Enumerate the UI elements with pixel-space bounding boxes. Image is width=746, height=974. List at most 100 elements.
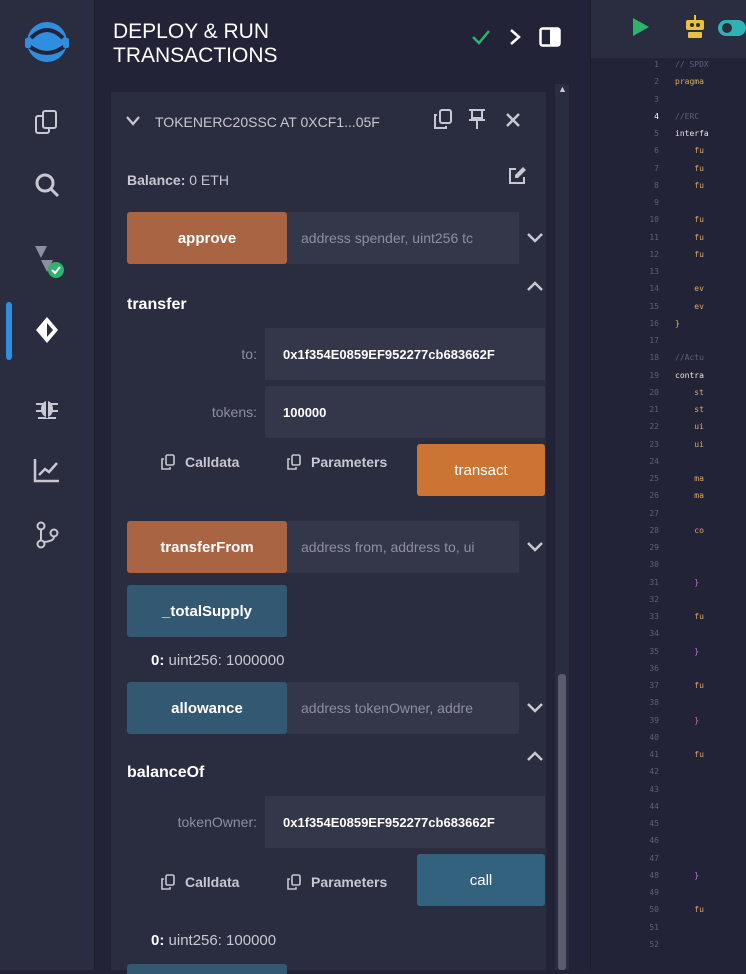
code-line: //ERC — [675, 111, 700, 121]
calldata-label: Calldata — [185, 454, 240, 470]
line-number: 6 — [654, 146, 659, 156]
contract-name: TOKENERC20SSC AT 0XCF1...05F — [155, 114, 380, 130]
line-number: 1 — [654, 60, 659, 69]
scroll-up-icon[interactable]: ▲ — [558, 84, 567, 94]
transferfrom-button[interactable]: transferFrom — [127, 521, 287, 573]
balance-label: Balance: — [127, 172, 186, 188]
code-line: } — [675, 870, 700, 880]
code-line: fu — [675, 612, 704, 621]
code-line: } — [675, 318, 680, 328]
line-number: 21 — [649, 405, 659, 414]
scroll-thumb[interactable] — [558, 674, 566, 970]
chevron-up-icon[interactable] — [521, 742, 549, 770]
robot-icon[interactable] — [683, 14, 707, 45]
line-number: 24 — [649, 456, 659, 466]
chevron-down-icon[interactable] — [521, 694, 549, 722]
parameters-button[interactable]: Parameters — [287, 874, 387, 890]
tokenowner-input[interactable]: 0x1f354E0859EF952277cb683662F — [265, 796, 545, 848]
code-line: } — [675, 577, 700, 587]
code-line: fu — [675, 163, 704, 173]
calldata-button[interactable]: Calldata — [161, 874, 239, 890]
run-icon[interactable] — [631, 16, 651, 43]
line-number: 12 — [649, 249, 659, 259]
code-line: interfa — [675, 129, 709, 138]
line-number: 4 — [654, 111, 659, 121]
allowance-button[interactable]: allowance — [127, 682, 287, 734]
line-number: 34 — [649, 629, 659, 639]
code-line: st — [675, 405, 704, 414]
toggle-icon[interactable] — [717, 18, 746, 43]
result-value: uint256: 100000 — [168, 932, 277, 949]
line-number: 38 — [649, 698, 659, 708]
tokenowner-label: tokenOwner: — [177, 814, 257, 830]
code-line: } — [675, 646, 700, 656]
chevron-right-icon[interactable] — [509, 28, 521, 51]
approve-input[interactable]: address spender, uint256 tc — [287, 212, 519, 264]
tokens-input[interactable]: 100000 — [265, 386, 545, 438]
transferfrom-input[interactable]: address from, address to, ui — [287, 521, 519, 573]
chevron-down-icon[interactable] — [521, 224, 549, 252]
line-number: 49 — [649, 888, 659, 897]
line-number: 8 — [654, 180, 659, 190]
line-number: 36 — [649, 663, 659, 673]
line-number: 35 — [649, 646, 659, 656]
code-line: co — [675, 525, 704, 535]
line-number: 51 — [649, 922, 659, 932]
git-icon[interactable] — [0, 505, 94, 565]
call-button[interactable]: call — [417, 854, 545, 906]
line-number: 13 — [649, 267, 659, 276]
next-function-button[interactable] — [127, 964, 287, 974]
line-number: 29 — [649, 543, 659, 552]
close-icon[interactable] — [505, 112, 521, 133]
analytics-icon[interactable] — [0, 440, 94, 500]
line-number: 50 — [649, 905, 659, 915]
line-number: 31 — [649, 577, 659, 587]
line-number: 7 — [654, 163, 659, 173]
code-line: // SPDX — [675, 60, 709, 69]
line-number: 11 — [649, 232, 659, 242]
line-number: 45 — [649, 819, 659, 828]
search-icon[interactable] — [0, 155, 94, 215]
parameters-label: Parameters — [311, 874, 388, 890]
code-line: ui — [675, 422, 704, 432]
line-number: 10 — [649, 215, 659, 225]
approve-button[interactable]: approve — [127, 212, 287, 264]
file-explorer-icon[interactable] — [0, 92, 94, 152]
line-number: 27 — [649, 508, 659, 518]
code-line: fu — [675, 215, 704, 225]
to-input[interactable]: 0x1f354E0859EF952277cb683662F — [265, 328, 545, 380]
pin-icon[interactable] — [467, 108, 487, 135]
edit-icon[interactable] — [507, 166, 527, 191]
chevron-up-icon[interactable] — [521, 272, 549, 300]
totalsupply-button[interactable]: _totalSupply — [127, 585, 287, 637]
balanceof-title: balanceOf — [127, 764, 205, 781]
parameters-label: Parameters — [311, 454, 388, 470]
line-number: 28 — [649, 525, 659, 535]
remix-logo-icon[interactable] — [0, 12, 94, 72]
chevron-down-icon[interactable] — [125, 114, 141, 132]
code-line: ev — [675, 301, 704, 311]
panel-scrollbar[interactable]: ▲ — [555, 84, 569, 970]
balance-value: 0 ETH — [189, 172, 229, 188]
code-editor[interactable]: 1 2 3 4 5 6 7 8 9 10 11 12 13 14 15 16 17 18 19 20 21 22 23 24 2… — [590, 0, 746, 970]
parameters-button[interactable]: Parameters — [287, 454, 387, 470]
copy-icon[interactable] — [433, 108, 453, 135]
line-number: 18 — [649, 353, 659, 363]
panel-title: DEPLOY & RUN TRANSACTIONS — [113, 20, 278, 67]
balance-text: Balance: 0 ETH — [127, 172, 229, 188]
line-number: 39 — [649, 715, 659, 725]
transact-button[interactable]: transact — [417, 444, 545, 496]
line-number: 20 — [649, 387, 659, 397]
line-number-gutter: 1 2 3 4 5 6 7 8 9 10 11 12 13 14 15 16 17 18 19 20 21 22 23 24 2… — [591, 58, 669, 970]
result-index: 0: — [151, 652, 165, 669]
line-number: 48 — [649, 870, 659, 880]
allowance-input[interactable]: address tokenOwner, addre — [287, 682, 519, 734]
code-line: pragma — [675, 77, 704, 87]
panel-toggle-icon[interactable] — [539, 26, 561, 52]
solidity-compiler-icon[interactable] — [0, 230, 94, 290]
deploy-run-icon[interactable] — [0, 300, 94, 360]
calldata-button[interactable]: Calldata — [161, 454, 239, 470]
chevron-down-icon[interactable] — [521, 533, 549, 561]
line-number: 43 — [649, 784, 659, 794]
debugger-icon[interactable] — [0, 377, 94, 437]
